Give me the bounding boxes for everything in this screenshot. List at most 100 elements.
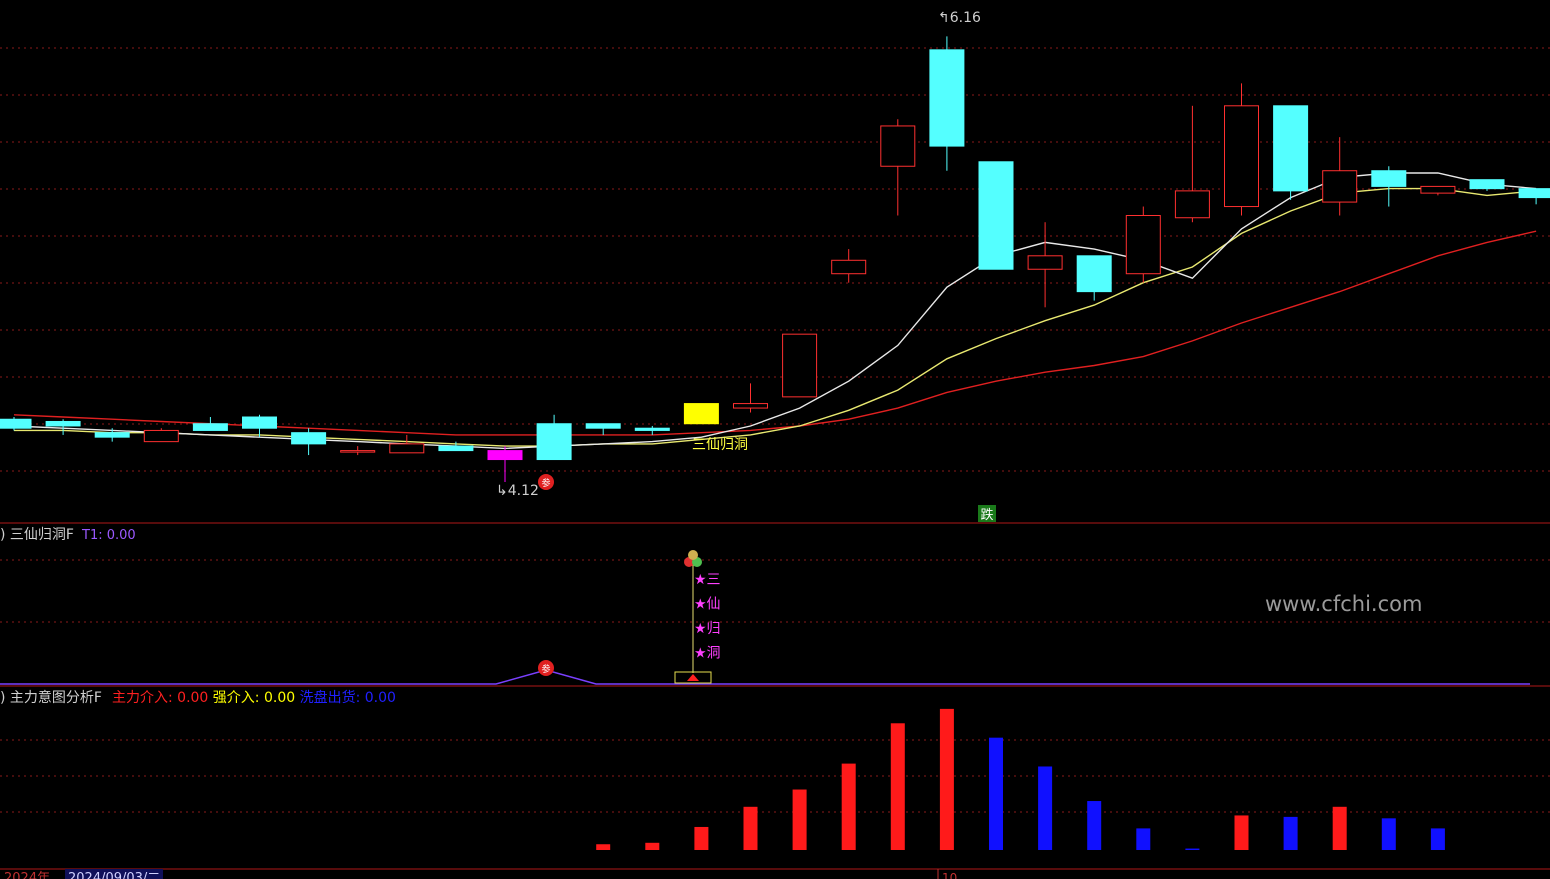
candle-body bbox=[1469, 179, 1505, 190]
can-icon: 参 bbox=[538, 474, 554, 490]
candle bbox=[291, 428, 327, 456]
candle-body bbox=[143, 429, 179, 443]
volume-bar bbox=[841, 763, 856, 850]
volume-bar bbox=[1430, 828, 1445, 850]
day-tick-label: 10 bbox=[942, 871, 957, 879]
candle bbox=[192, 417, 228, 431]
candle bbox=[0, 417, 32, 431]
ma-yellow-line bbox=[14, 187, 1537, 447]
svg-text:参: 参 bbox=[541, 477, 550, 489]
can-icon-small: 参 bbox=[538, 660, 554, 676]
indicator2-legend: 主力介入: 0.00 强介入: 0.00 洗盘出货: 0.00 bbox=[112, 689, 396, 706]
candle bbox=[683, 403, 719, 425]
indicator1-line bbox=[0, 669, 1530, 685]
candle bbox=[536, 414, 572, 461]
signal-vertical-text: ★三 ★仙 ★归 ★洞 bbox=[694, 572, 721, 662]
signal-label: 三仙归洞 bbox=[692, 436, 748, 453]
indicator1-title: ) 三仙归洞F bbox=[0, 526, 74, 543]
volume-bar bbox=[1136, 828, 1151, 850]
drop-tag: 跌 bbox=[978, 505, 996, 523]
candle-body bbox=[1125, 215, 1161, 275]
candle bbox=[1076, 255, 1112, 301]
candle-body bbox=[0, 418, 32, 429]
candle-body bbox=[487, 450, 523, 461]
candle-body bbox=[94, 432, 130, 438]
candle-body bbox=[880, 125, 916, 167]
candle-body bbox=[1224, 105, 1259, 208]
candle-body bbox=[1518, 188, 1550, 199]
candle-body bbox=[438, 445, 474, 452]
indicator1-value: T1: 0.00 bbox=[81, 528, 136, 543]
stock-chart[interactable]: ↰6.16 ↳4.12 三仙归洞 参 跌 ) 三仙归洞F T1: 0.00 参 … bbox=[0, 0, 1550, 879]
candle bbox=[585, 423, 621, 435]
candle bbox=[1224, 83, 1259, 216]
candle bbox=[487, 446, 523, 482]
candle bbox=[634, 425, 670, 435]
candle-body bbox=[831, 259, 867, 275]
volume-bar bbox=[645, 842, 660, 850]
candle-body bbox=[929, 49, 965, 147]
volume-bar bbox=[596, 844, 611, 850]
candle-body bbox=[340, 450, 376, 453]
candle-body bbox=[978, 161, 1014, 270]
watermark: www.cfchi.com bbox=[1265, 592, 1422, 616]
candle-body bbox=[389, 443, 425, 454]
legend-item: 洗盘出货: 0.00 bbox=[295, 689, 396, 706]
candle-body bbox=[1027, 255, 1063, 270]
candle-body bbox=[683, 403, 719, 425]
candle bbox=[1125, 206, 1161, 283]
candle-body bbox=[45, 420, 81, 427]
volume-bar bbox=[1185, 848, 1200, 850]
candle-body bbox=[1322, 170, 1358, 203]
candle bbox=[880, 119, 916, 216]
candle bbox=[1420, 185, 1456, 196]
svg-text:参: 参 bbox=[541, 663, 550, 675]
candle bbox=[733, 383, 768, 413]
candle-body bbox=[585, 423, 621, 429]
candle-body bbox=[291, 432, 327, 445]
volume-bar bbox=[989, 737, 1003, 850]
candle-body bbox=[242, 416, 277, 429]
indicator2-title: ) 主力意图分析F bbox=[0, 689, 102, 706]
candle bbox=[1469, 179, 1505, 191]
candle bbox=[978, 161, 1014, 270]
candle-body bbox=[1076, 255, 1112, 293]
volume-bar bbox=[743, 806, 758, 850]
candle bbox=[831, 249, 867, 283]
volume-bar bbox=[1381, 818, 1396, 850]
signal-char: ★归 bbox=[694, 620, 721, 637]
volume-bar bbox=[694, 826, 709, 850]
candle bbox=[1273, 105, 1309, 200]
year-label: 2024年 bbox=[4, 871, 50, 879]
volume-bar bbox=[1087, 801, 1102, 850]
candle-body bbox=[1174, 190, 1210, 219]
volume-bar bbox=[1283, 816, 1298, 850]
volume-bar bbox=[890, 723, 905, 850]
candle bbox=[782, 333, 818, 398]
legend-item: 主力介入: 0.00 bbox=[112, 690, 208, 706]
candle-body bbox=[634, 427, 670, 431]
candle bbox=[242, 414, 277, 438]
candle bbox=[389, 434, 425, 454]
volume-bar bbox=[1038, 766, 1053, 850]
volume-bar bbox=[792, 789, 807, 850]
candle bbox=[1371, 166, 1407, 207]
ma-white-line bbox=[13, 172, 1537, 450]
candle bbox=[143, 428, 179, 443]
signal-char: ★洞 bbox=[694, 646, 721, 662]
volume-bar bbox=[1234, 815, 1249, 850]
svg-text:跌: 跌 bbox=[980, 507, 993, 523]
candle-body bbox=[782, 333, 818, 398]
candle bbox=[1518, 188, 1550, 205]
signal-stem bbox=[674, 550, 712, 684]
candle bbox=[1174, 105, 1210, 223]
candle-body bbox=[1420, 185, 1456, 194]
volume-bar bbox=[939, 708, 954, 850]
signal-char: ★三 bbox=[694, 572, 721, 588]
volume-bar bbox=[1332, 806, 1347, 850]
high-price-label: ↰6.16 bbox=[938, 10, 981, 26]
candle bbox=[929, 36, 965, 171]
date-label: 2024/09/03/二 bbox=[68, 871, 160, 879]
candle bbox=[1027, 222, 1063, 308]
candle bbox=[340, 446, 376, 456]
